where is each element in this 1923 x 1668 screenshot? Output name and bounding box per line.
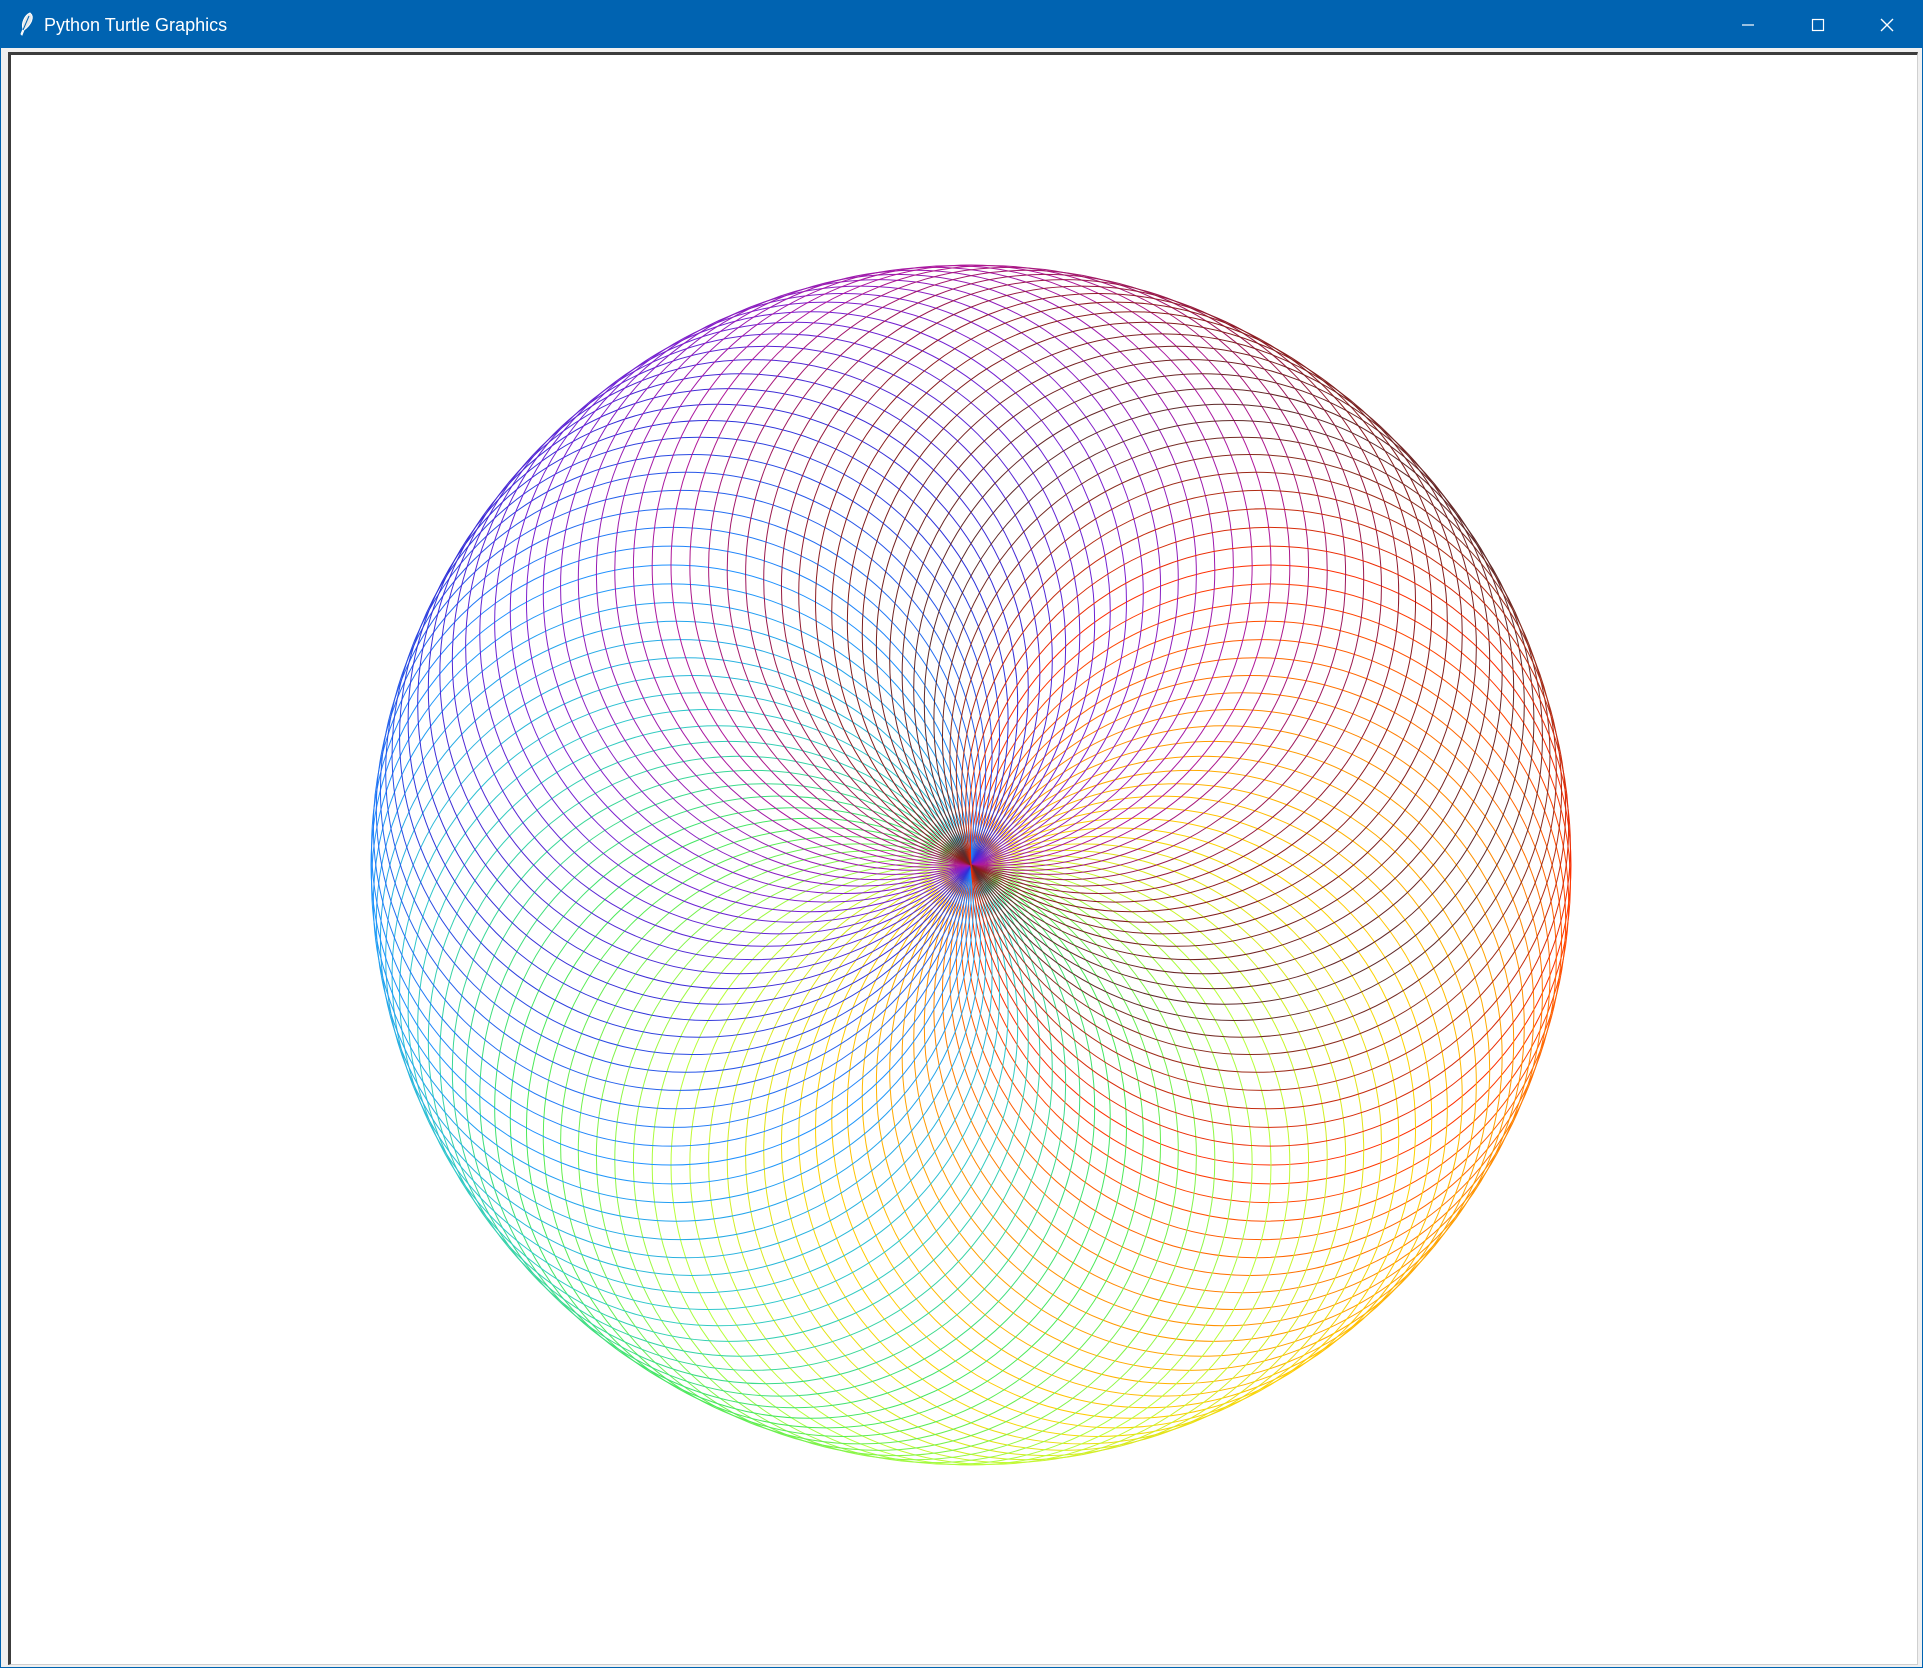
spirograph-circle bbox=[969, 583, 1571, 1185]
spirograph-circle bbox=[780, 843, 1382, 1445]
spirograph-circle bbox=[651, 863, 1253, 1465]
turtle-window: Python Turtle Graphics bbox=[0, 0, 1923, 1668]
spirograph-circle bbox=[371, 545, 973, 1147]
spirograph-circle bbox=[670, 264, 1272, 866]
close-icon bbox=[1880, 18, 1894, 31]
spirograph-drawing bbox=[370, 264, 1572, 1466]
spirograph-circle bbox=[949, 454, 1551, 1056]
window-title: Python Turtle Graphics bbox=[44, 15, 228, 35]
spirograph-circle bbox=[370, 564, 972, 1166]
spirograph-circle bbox=[970, 564, 1572, 1166]
spirograph-circle bbox=[949, 674, 1551, 1276]
maximize-button[interactable] bbox=[1783, 1, 1853, 48]
minimize-button[interactable] bbox=[1713, 1, 1783, 48]
spirograph-circle bbox=[670, 864, 1272, 1466]
spirograph-circle bbox=[969, 545, 1571, 1147]
spirograph-circle bbox=[371, 583, 973, 1185]
spirograph-circle bbox=[689, 265, 1291, 867]
title-bar[interactable]: Python Turtle Graphics bbox=[1, 1, 1922, 48]
turtle-canvas[interactable] bbox=[8, 52, 1918, 1665]
minimize-icon bbox=[1742, 23, 1754, 26]
spirograph-circle bbox=[560, 843, 1162, 1445]
spirograph-circle bbox=[651, 265, 1253, 867]
spirograph-circle bbox=[391, 454, 993, 1056]
spirograph-circle bbox=[391, 674, 993, 1276]
maximize-icon bbox=[1811, 18, 1825, 31]
feather-icon bbox=[20, 12, 33, 36]
spirograph-circle bbox=[689, 863, 1291, 1465]
close-button[interactable] bbox=[1852, 1, 1922, 48]
spirograph-circle bbox=[560, 285, 1162, 887]
spirograph-circle bbox=[780, 285, 1382, 887]
